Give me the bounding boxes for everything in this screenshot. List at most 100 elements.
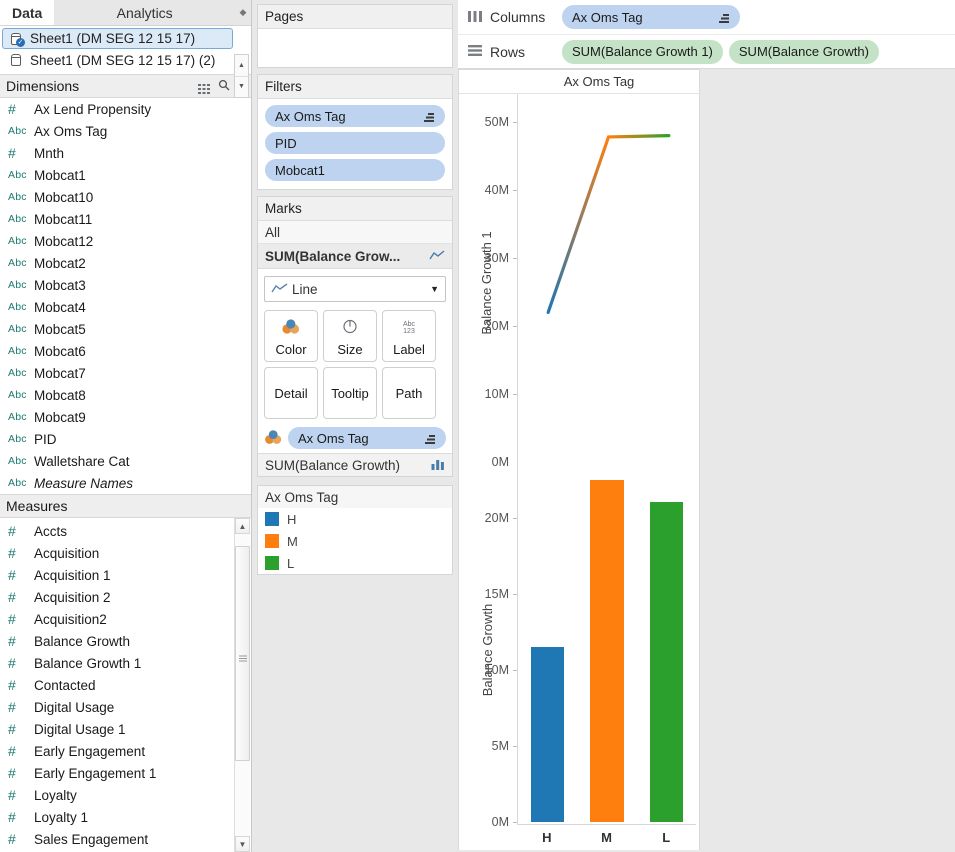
dimension-item[interactable]: Abc Mobcat4 xyxy=(0,296,251,318)
text-field-icon: Abc xyxy=(8,125,27,137)
measure-item[interactable]: # Balance Growth xyxy=(0,630,251,652)
measures-scroll-track[interactable] xyxy=(235,534,250,836)
measures-scroll-up-icon[interactable]: ▲ xyxy=(235,518,250,534)
marks-pill-ax-oms-tag[interactable]: Ax Oms Tag xyxy=(288,427,446,449)
rows-shelf[interactable]: Rows SUM(Balance Growth 1) SUM(Balance G… xyxy=(458,34,955,68)
filter-pill-pid[interactable]: PID xyxy=(265,132,445,154)
dimension-item[interactable]: Abc Mobcat9 xyxy=(0,406,251,428)
datasource-scrollbar[interactable]: ▲ ▼ xyxy=(234,54,249,98)
chevron-down-icon-marktype[interactable]: ▼ xyxy=(430,284,439,294)
filters-card-body[interactable]: Ax Oms Tag PID Mobcat1 xyxy=(258,99,452,189)
dimension-item[interactable]: Abc Mobcat5 xyxy=(0,318,251,340)
marks-tab-balance-growth-1[interactable]: SUM(Balance Grow... xyxy=(258,244,452,269)
columns-shelf[interactable]: Columns Ax Oms Tag xyxy=(458,0,955,34)
dimension-item[interactable]: Abc Measure Names xyxy=(0,472,251,494)
text-field-icon: Abc xyxy=(8,345,27,357)
dimension-item[interactable]: Abc Ax Oms Tag xyxy=(0,120,251,142)
measure-item[interactable]: # Early Engagement xyxy=(0,740,251,762)
pane-splitter-icon[interactable]: ◆ xyxy=(235,0,251,25)
measure-item[interactable]: # Acquisition2 xyxy=(0,608,251,630)
measure-item[interactable]: # Loyalty 1 xyxy=(0,806,251,828)
dimension-label: Mnth xyxy=(34,145,65,161)
text-field-icon: Abc xyxy=(8,279,27,291)
dimension-item[interactable]: # Mnth xyxy=(0,142,251,164)
dimension-item[interactable]: Abc Mobcat8 xyxy=(0,384,251,406)
color-legend-card: Ax Oms Tag HML xyxy=(257,485,453,575)
scroll-down-icon[interactable]: ▼ xyxy=(235,75,248,97)
dimension-item[interactable]: Abc Mobcat2 xyxy=(0,252,251,274)
filter-pill-mobcat1[interactable]: Mobcat1 xyxy=(265,159,445,181)
measure-item[interactable]: # Contacted xyxy=(0,674,251,696)
bar[interactable] xyxy=(531,647,565,822)
marks-tooltip-button[interactable]: Tooltip xyxy=(323,367,377,419)
dimension-item[interactable]: Abc Mobcat6 xyxy=(0,340,251,362)
measures-scrollbar[interactable]: ▲ ▼ xyxy=(234,518,250,852)
measure-item[interactable]: # Digital Usage 1 xyxy=(0,718,251,740)
measure-item[interactable]: # Acquisition 1 xyxy=(0,564,251,586)
measures-scroll-down-icon[interactable]: ▼ xyxy=(235,836,250,852)
tab-data[interactable]: Data xyxy=(0,0,55,25)
scroll-up-icon[interactable]: ▲ xyxy=(235,55,248,76)
measure-item[interactable]: # Acquisition 2 xyxy=(0,586,251,608)
dimension-item[interactable]: Abc PID xyxy=(0,428,251,450)
measure-item[interactable]: # Acquisition xyxy=(0,542,251,564)
filter-icon[interactable] xyxy=(424,111,435,122)
search-icon[interactable] xyxy=(218,79,230,94)
columns-pill-ax-oms-tag[interactable]: Ax Oms Tag xyxy=(562,5,740,29)
line-plot-area[interactable] xyxy=(517,94,696,472)
datasource-item-primary[interactable]: ✓ Sheet1 (DM SEG 12 15 17) xyxy=(2,28,233,49)
filter-pill-ax-oms-tag[interactable]: Ax Oms Tag xyxy=(265,105,445,127)
y-tick-label: 10M xyxy=(484,662,509,677)
dimension-item[interactable]: Abc Mobcat3 xyxy=(0,274,251,296)
bar[interactable] xyxy=(649,502,683,822)
measure-item[interactable]: # Balance Growth 1 xyxy=(0,652,251,674)
x-tick-label[interactable]: H xyxy=(517,825,577,850)
rows-pill-balance-growth-1[interactable]: SUM(Balance Growth 1) xyxy=(562,39,723,64)
x-tick-label[interactable]: M xyxy=(577,825,637,850)
dimension-item[interactable]: Abc Mobcat10 xyxy=(0,186,251,208)
measures-list-wrap: # Accts # Acquisition # Acquisition 1 # Acquisi… xyxy=(0,518,251,852)
marks-pill-label: Ax Oms Tag xyxy=(298,430,369,446)
mark-type-dropdown[interactable]: Line ▼ xyxy=(264,276,446,302)
legend-title: Ax Oms Tag xyxy=(258,486,452,508)
x-tick-label[interactable]: L xyxy=(636,825,696,850)
tab-analytics[interactable]: Analytics xyxy=(54,0,235,25)
text-field-icon: Abc xyxy=(8,389,27,401)
datasource-label-2: Sheet1 (DM SEG 12 15 17) (2) xyxy=(30,52,216,68)
pages-card-dropzone[interactable] xyxy=(258,29,452,67)
marks-tab-all[interactable]: All xyxy=(258,221,452,244)
dimension-item[interactable]: Abc Mobcat11 xyxy=(0,208,251,230)
measure-item[interactable]: # Early Engagement 1 xyxy=(0,762,251,784)
bar[interactable] xyxy=(590,479,624,822)
legend-item[interactable]: L xyxy=(258,552,452,574)
legend-title-label: Ax Oms Tag xyxy=(265,489,339,505)
columns-icon xyxy=(468,10,484,25)
grid-view-icon[interactable] xyxy=(198,81,211,94)
datasource-item-secondary[interactable]: Sheet1 (DM SEG 12 15 17) (2) xyxy=(3,49,251,71)
rows-pill-balance-growth[interactable]: SUM(Balance Growth) xyxy=(728,39,879,64)
measure-item[interactable]: # Digital Usage xyxy=(0,696,251,718)
dimension-item[interactable]: Abc Walletshare Cat xyxy=(0,450,251,472)
text-field-icon: Abc xyxy=(8,411,27,423)
measure-item[interactable]: # Loyalty xyxy=(0,784,251,806)
marks-label-button[interactable]: Abc 123 Label xyxy=(382,310,436,362)
marks-tab-balance-growth[interactable]: SUM(Balance Growth) xyxy=(258,453,452,476)
bar-plot-area[interactable] xyxy=(517,472,696,824)
measure-item[interactable]: # Sales Engagement xyxy=(0,828,251,850)
filter-icon-columns[interactable] xyxy=(719,12,730,23)
marks-path-button[interactable]: Path xyxy=(382,367,436,419)
measure-item[interactable]: # Accts xyxy=(0,520,251,542)
filter-icon-marks[interactable] xyxy=(425,433,436,444)
marks-detail-button[interactable]: Detail xyxy=(264,367,318,419)
dimension-item[interactable]: # Ax Lend Propensity xyxy=(0,98,251,120)
dimension-item[interactable]: Abc Mobcat12 xyxy=(0,230,251,252)
dimension-item[interactable]: Abc Mobcat1 xyxy=(0,164,251,186)
legend-item[interactable]: H xyxy=(258,508,452,530)
legend-item[interactable]: M xyxy=(258,530,452,552)
visualization: Ax Oms Tag Balance Growth 1 50M 40M 30M 20M… xyxy=(458,69,700,850)
marks-size-button[interactable]: Size xyxy=(323,310,377,362)
measures-scroll-thumb[interactable] xyxy=(235,546,250,761)
dimension-item[interactable]: Abc Mobcat7 xyxy=(0,362,251,384)
marks-color-button[interactable]: Color xyxy=(264,310,318,362)
mark-type-label: Line xyxy=(292,281,318,297)
